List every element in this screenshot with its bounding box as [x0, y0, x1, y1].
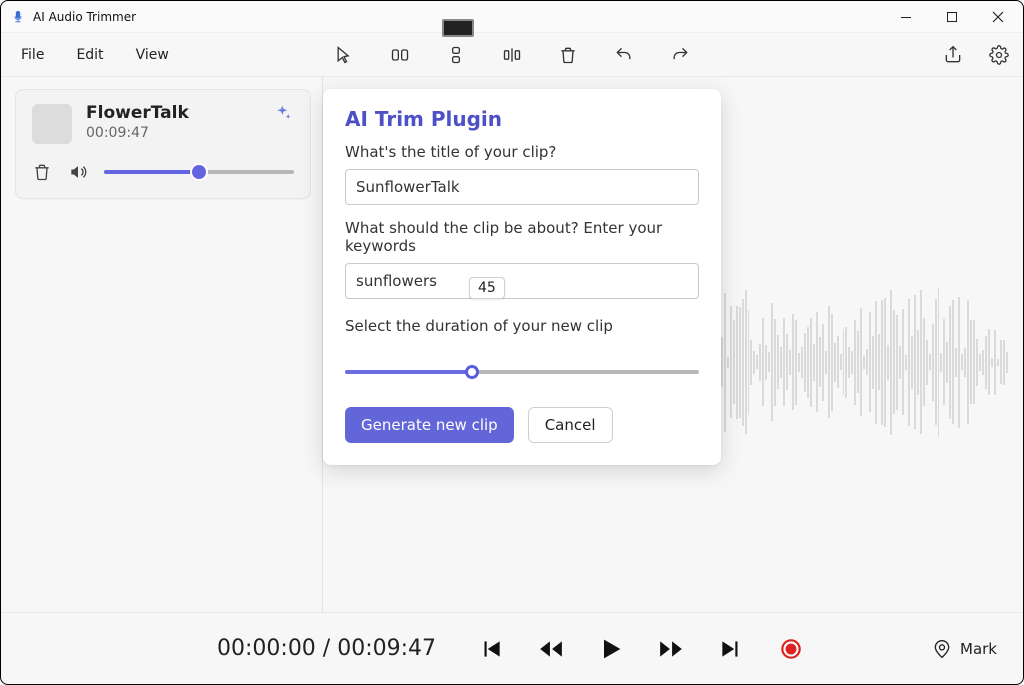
main-area: FlowerTalk 00:09:47 AI Trim Plugin What'…	[1, 77, 1023, 612]
skip-start-icon[interactable]	[476, 634, 506, 664]
fast-forward-icon[interactable]	[656, 634, 686, 664]
volume-icon[interactable]	[68, 162, 88, 182]
app-mic-icon	[11, 10, 25, 24]
play-icon[interactable]	[596, 634, 626, 664]
skip-end-icon[interactable]	[716, 634, 746, 664]
menu-view[interactable]: View	[132, 41, 173, 69]
generate-button[interactable]: Generate new clip	[345, 407, 514, 443]
timecode: 00:00:00 / 00:09:47	[217, 636, 436, 661]
tool-undo-icon[interactable]	[610, 41, 638, 69]
menu-edit[interactable]: Edit	[72, 41, 107, 69]
tool-trim-vertical-icon[interactable]	[442, 41, 470, 69]
cancel-button[interactable]: Cancel	[528, 407, 613, 443]
keywords-input[interactable]	[345, 263, 699, 299]
menu-file[interactable]: File	[17, 41, 48, 69]
clip-thumbnail	[32, 104, 72, 144]
window-maximize-button[interactable]	[929, 1, 975, 33]
window-minimize-button[interactable]	[883, 1, 929, 33]
mark-button[interactable]: Mark	[932, 639, 997, 659]
duration-tooltip: 45	[469, 277, 505, 299]
clip-title-input[interactable]	[345, 169, 699, 205]
clip-card: FlowerTalk 00:09:47	[15, 89, 311, 199]
clip-title: FlowerTalk	[86, 104, 260, 123]
app-title: AI Audio Trimmer	[33, 10, 136, 24]
ai-trim-panel: AI Trim Plugin What's the title of your …	[323, 89, 721, 465]
clip-title-label: What's the title of your clip?	[345, 143, 699, 161]
duration-label: Select the duration of your new clip	[345, 317, 699, 335]
clip-delete-icon[interactable]	[32, 162, 52, 182]
tool-mirror-icon[interactable]	[498, 41, 526, 69]
share-icon[interactable]	[939, 41, 967, 69]
keywords-label: What should the clip be about? Enter you…	[345, 219, 699, 255]
tool-redo-icon[interactable]	[666, 41, 694, 69]
rewind-icon[interactable]	[536, 634, 566, 664]
tool-cursor-icon[interactable]	[330, 41, 358, 69]
duration-slider[interactable]	[345, 361, 699, 383]
window-close-button[interactable]	[975, 1, 1021, 33]
panel-heading: AI Trim Plugin	[345, 107, 699, 131]
mark-label: Mark	[960, 640, 997, 658]
tool-split-icon[interactable]	[386, 41, 414, 69]
settings-gear-icon[interactable]	[985, 41, 1013, 69]
record-icon[interactable]	[776, 634, 806, 664]
titlebar: AI Audio Trimmer	[1, 1, 1023, 33]
time-current: 00:00:00	[217, 636, 316, 661]
ai-sparkle-icon[interactable]	[274, 104, 294, 128]
time-total: 00:09:47	[337, 636, 436, 661]
menubar: File Edit View	[1, 33, 1023, 77]
tool-delete-icon[interactable]	[554, 41, 582, 69]
clip-duration: 00:09:47	[86, 125, 260, 141]
transport-bar: 00:00:00 / 00:09:47 Mark	[1, 612, 1023, 684]
volume-slider[interactable]	[104, 162, 294, 182]
